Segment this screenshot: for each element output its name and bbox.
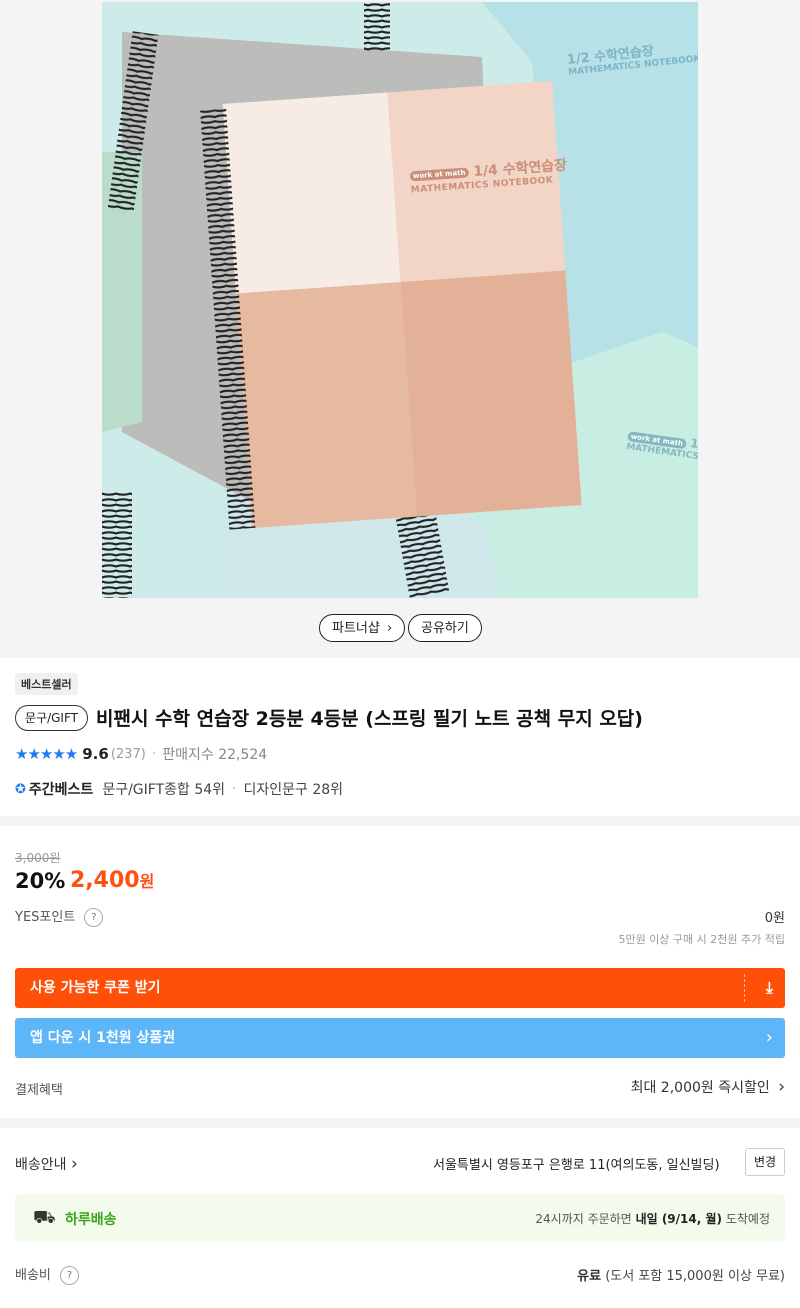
shipping-address: 서울특별시 영등포구 은행로 11(여의도동, 일신빌딩): [433, 1158, 720, 1173]
product-image[interactable]: work at math 1/4 수학연습장 MATHEMATICS NOTEB…: [102, 2, 698, 598]
shipping-fee-label: 배송비 ?: [15, 1264, 80, 1285]
front-cover-series: work at math: [409, 167, 469, 182]
discount-rate: 20%: [15, 869, 66, 893]
weekly-best-label: 주간베스트: [28, 782, 94, 798]
point-note: 5만원 이상 구매 시 2천원 추가 적립: [618, 933, 785, 946]
chevron-right-icon: ›: [765, 1027, 773, 1048]
same-day-note: 24시까지 주문하면 내일 (9/14, 월) 도착예정: [535, 1212, 770, 1226]
sales-index: 판매지수 22,524: [162, 747, 268, 763]
chevron-right-icon: ›: [386, 621, 393, 636]
help-icon[interactable]: ?: [84, 908, 104, 927]
download-icon: ⤓: [765, 978, 773, 997]
change-address-button[interactable]: 변경: [745, 1148, 785, 1176]
app-download-banner[interactable]: 앱 다운 시 1천원 상품권 ›: [15, 1018, 785, 1058]
award-icon: ✪: [15, 781, 26, 797]
weekly-best-row: ✪ 주간베스트 문구/GIFT종합 54위 · 디자인문구 28위: [15, 779, 343, 799]
shipping-info-link[interactable]: 배송안내 ›: [15, 1154, 78, 1174]
bestseller-badge: 베스트셀러: [15, 673, 78, 695]
category-pill[interactable]: 문구/GIFT: [15, 705, 88, 731]
payment-benefit-link[interactable]: 최대 2,000원 즉시할인 ›: [631, 1077, 785, 1097]
same-day-delivery-box: ⛟ 하루배송 24시까지 주문하면 내일 (9/14, 월) 도착예정: [15, 1194, 785, 1242]
payment-benefit-label: 결제혜택: [15, 1083, 63, 1098]
same-day-label: 하루배송: [65, 1212, 117, 1228]
section-divider: [0, 1118, 800, 1128]
chevron-right-icon: ›: [778, 1077, 785, 1097]
truck-icon: ⛟: [33, 1207, 56, 1228]
rank-design[interactable]: 디자인문구 28위: [243, 779, 343, 799]
review-count[interactable]: (237): [111, 747, 146, 762]
product-gallery: work at math 1/4 수학연습장 MATHEMATICS NOTEB…: [0, 0, 800, 658]
separator-dot: ·: [232, 781, 237, 797]
chevron-right-icon: ›: [70, 1154, 78, 1174]
partner-shop-button[interactable]: 파트너샵 ›: [319, 614, 406, 642]
coupon-divider: [744, 974, 745, 1002]
section-divider: [0, 816, 800, 826]
product-title: 비팬시 수학 연습장 2등분 4등분 (스프링 필기 노트 공책 무지 오답): [96, 708, 643, 730]
shipping-fee-value: 유료 (도서 포함 15,000원 이상 무료): [577, 1269, 785, 1284]
rating-score: 9.6: [82, 745, 109, 763]
yes-point-label: YES포인트 ?: [15, 906, 104, 927]
original-price: 3,000원: [15, 851, 61, 865]
arrival-date: 내일 (9/14, 월): [635, 1212, 722, 1226]
rating-stars: ★★★★★: [15, 745, 78, 763]
share-button[interactable]: 공유하기: [408, 614, 482, 642]
rating-row: ★★★★★ 9.6 (237) · 판매지수 22,524: [15, 744, 267, 764]
coupon-button[interactable]: 사용 가능한 쿠폰 받기 ⤓: [15, 968, 785, 1008]
separator-dot: ·: [151, 746, 157, 762]
yes-point-value: 0원: [764, 911, 785, 926]
help-icon[interactable]: ?: [60, 1266, 80, 1285]
rank-general[interactable]: 문구/GIFT종합 54위: [102, 779, 225, 799]
sale-price: 2,400원: [70, 868, 155, 893]
